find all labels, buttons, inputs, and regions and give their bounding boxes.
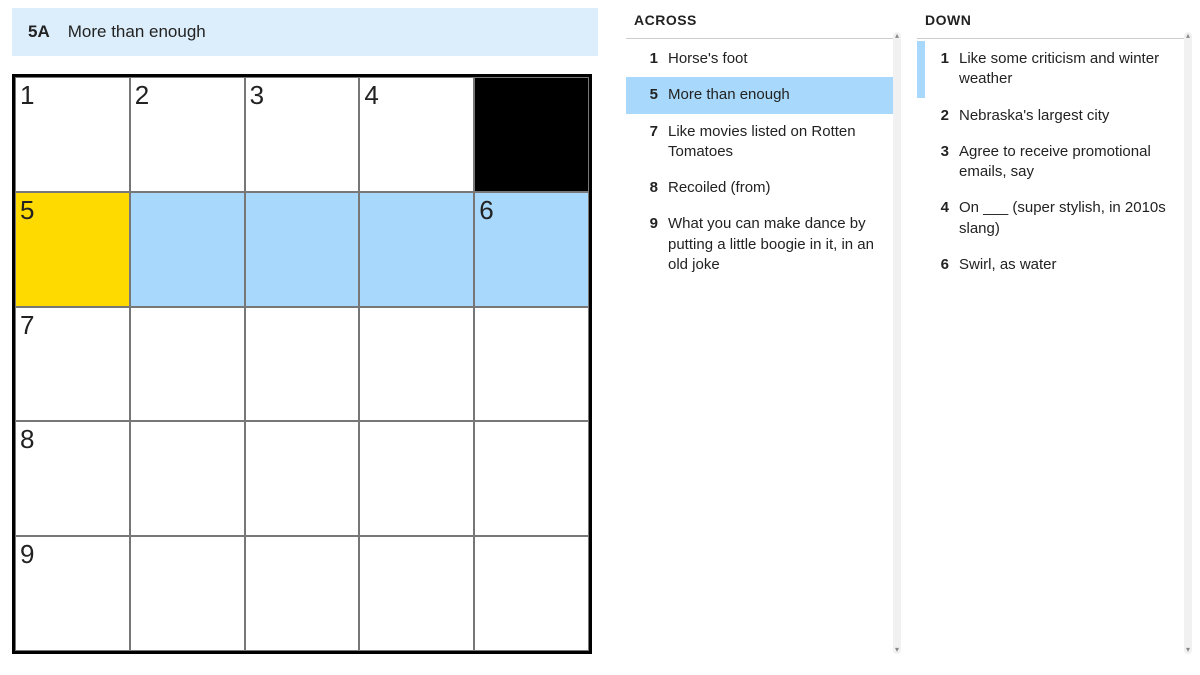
cell[interactable] (474, 421, 589, 536)
clue-number: 1 (933, 49, 949, 90)
cell-number: 7 (20, 310, 34, 341)
clue-number: 2 (933, 106, 949, 126)
cell[interactable]: 5 (15, 192, 130, 307)
cell[interactable]: 7 (15, 307, 130, 422)
clue-item[interactable]: 2 Nebraska's largest city (917, 98, 1188, 134)
cell[interactable] (245, 536, 360, 651)
cell[interactable] (130, 421, 245, 536)
cell[interactable]: 2 (130, 77, 245, 192)
cell[interactable] (130, 307, 245, 422)
cell[interactable]: 9 (15, 536, 130, 651)
scroll-down-icon[interactable]: ▾ (1184, 646, 1192, 654)
clue-text: Agree to receive promotional emails, say (959, 142, 1178, 183)
clue-number: 5 (642, 85, 658, 105)
clue-text: What you can make dance by putting a lit… (668, 214, 887, 275)
cell-number: 5 (20, 195, 34, 226)
clue-item[interactable]: 3Agree to receive promotional emails, sa… (917, 134, 1188, 191)
cell-number: 8 (20, 424, 34, 455)
cell[interactable] (474, 536, 589, 651)
cell[interactable] (245, 307, 360, 422)
cell-number: 1 (20, 80, 34, 111)
scroll-up-icon[interactable]: ▴ (1184, 32, 1192, 40)
clue-lists: ACROSS 1Horse's foot5More than enough7Li… (626, 8, 1188, 654)
clue-item[interactable]: 8 Recoiled (from) (626, 170, 897, 206)
clue-item[interactable]: 1Like some criticism and winter weather (917, 41, 1188, 98)
cell[interactable]: 6 (474, 192, 589, 307)
cell[interactable]: 8 (15, 421, 130, 536)
cell[interactable] (359, 307, 474, 422)
clue-number: 3 (933, 142, 949, 183)
clue-item[interactable]: 5 More than enough (626, 77, 897, 113)
clue-text: More than enough (668, 85, 887, 105)
cell-number: 2 (135, 80, 149, 111)
cell-number: 6 (479, 195, 493, 226)
current-clue-text: More than enough (68, 22, 206, 42)
cell-number: 3 (250, 80, 264, 111)
clue-item[interactable]: 4On ___ (super stylish, in 2010s slang) (917, 190, 1188, 247)
cell[interactable]: 1 (15, 77, 130, 192)
clue-number: 9 (642, 214, 658, 275)
down-list: 1Like some criticism and winter weather2… (917, 41, 1188, 283)
crossword-grid[interactable]: 1 2 3 4 5 6 7 8 9 (12, 74, 592, 654)
clue-item[interactable]: 6 Swirl, as water (917, 247, 1188, 283)
clue-text: On ___ (super stylish, in 2010s slang) (959, 198, 1178, 239)
clue-number: 4 (933, 198, 949, 239)
down-scrollbar[interactable]: ▴ ▾ (1184, 32, 1192, 654)
cell[interactable] (359, 192, 474, 307)
clue-text: Swirl, as water (959, 255, 1178, 275)
left-panel: 5A More than enough 1 2 3 4 5 6 7 8 9 (12, 8, 598, 654)
cell-black (474, 77, 589, 192)
clue-item[interactable]: 1 Horse's foot (626, 41, 897, 77)
scroll-down-icon[interactable]: ▾ (893, 646, 901, 654)
cell[interactable] (130, 192, 245, 307)
clue-text: Nebraska's largest city (959, 106, 1178, 126)
cell[interactable] (359, 421, 474, 536)
clue-number: 1 (642, 49, 658, 69)
clue-item[interactable]: 9What you can make dance by putting a li… (626, 206, 897, 283)
cell[interactable] (474, 307, 589, 422)
down-column: DOWN 1Like some criticism and winter wea… (917, 8, 1188, 654)
cell[interactable] (245, 192, 360, 307)
clue-text: Recoiled (from) (668, 178, 887, 198)
clue-number: 7 (642, 122, 658, 163)
cell-number: 4 (364, 80, 378, 111)
across-scrollbar[interactable]: ▴ ▾ (893, 32, 901, 654)
clue-text: Like movies listed on Rotten Tomatoes (668, 122, 887, 163)
across-heading: ACROSS (626, 8, 897, 39)
clue-number: 8 (642, 178, 658, 198)
cell-number: 9 (20, 539, 34, 570)
current-clue-bar[interactable]: 5A More than enough (12, 8, 598, 56)
clue-item[interactable]: 7Like movies listed on Rotten Tomatoes (626, 114, 897, 171)
cell[interactable] (359, 536, 474, 651)
clue-number: 6 (933, 255, 949, 275)
cell[interactable] (245, 421, 360, 536)
cell[interactable] (130, 536, 245, 651)
cell[interactable]: 4 (359, 77, 474, 192)
down-heading: DOWN (917, 8, 1188, 39)
cell[interactable]: 3 (245, 77, 360, 192)
current-clue-id: 5A (28, 22, 50, 42)
clue-text: Horse's foot (668, 49, 887, 69)
scroll-up-icon[interactable]: ▴ (893, 32, 901, 40)
clue-text: Like some criticism and winter weather (959, 49, 1178, 90)
crossword-app: 5A More than enough 1 2 3 4 5 6 7 8 9 ACROSS 1 Ho… (0, 0, 1200, 662)
across-column: ACROSS 1 Horse's foot 5 More than enough 7Li… (626, 8, 897, 654)
across-list: 1 Horse's foot 5 More than enough 7Like movi… (626, 41, 897, 283)
